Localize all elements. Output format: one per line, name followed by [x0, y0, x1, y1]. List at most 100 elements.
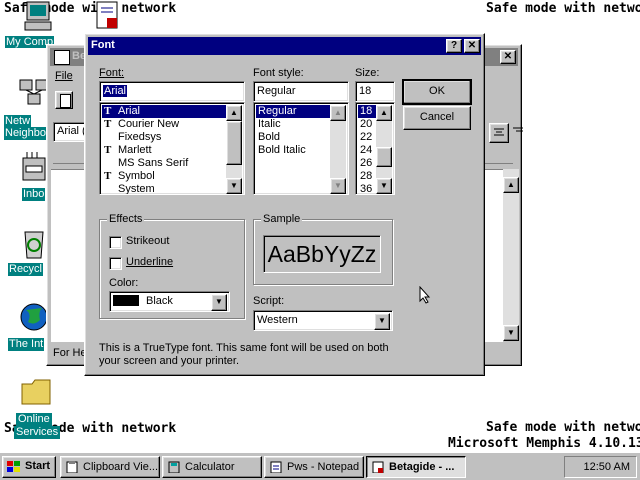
font-list-item[interactable]: System: [102, 183, 228, 195]
color-dropdown-button[interactable]: ▼: [211, 294, 227, 311]
font-list-scrollbar[interactable]: ▲ ▼: [226, 105, 242, 194]
size-list-item[interactable]: 36: [358, 183, 376, 194]
internet-label: The Int: [8, 338, 45, 351]
document-icon: [372, 461, 384, 474]
size-list[interactable]: 18 20 22 24 26 28 36 ▲ ▼: [355, 102, 395, 195]
notepad-icon: [270, 461, 282, 474]
mouse-cursor-icon: [419, 286, 431, 304]
size-list-item[interactable]: 22: [358, 131, 376, 144]
watermark-build: Microsoft Memphis 4.10.1351: [448, 436, 640, 451]
underline-label[interactable]: Underline: [126, 256, 173, 268]
desktop-icon-my-computer[interactable]: My Comp: [3, 0, 73, 48]
style-scroll-up[interactable]: ▲: [330, 105, 346, 121]
color-label: Color:: [109, 277, 139, 289]
font-scroll-thumb[interactable]: [226, 121, 242, 165]
color-select[interactable]: Black ▼: [109, 291, 230, 312]
font-list-item[interactable]: Fixedsys: [102, 131, 228, 144]
help-button[interactable]: ?: [446, 39, 462, 53]
size-list-item-label: 26: [360, 157, 373, 169]
style-scroll-down[interactable]: ▼: [330, 178, 346, 194]
style-list-item-label: Bold: [258, 131, 281, 143]
size-list-item[interactable]: 20: [358, 118, 376, 131]
color-swatch: [113, 295, 139, 306]
dialog-close-button[interactable]: ✕: [464, 39, 480, 53]
script-select[interactable]: Western ▼: [253, 310, 393, 331]
font-list-item[interactable]: T Courier New: [102, 118, 228, 131]
size-list-item[interactable]: 18: [358, 105, 376, 118]
network-label-2: Neighbo: [4, 127, 47, 140]
size-scroll-thumb[interactable]: [376, 147, 392, 167]
size-input[interactable]: 18: [355, 81, 395, 102]
watermark-top-right: Safe mode with network: [486, 1, 640, 16]
start-label: Start: [25, 460, 51, 472]
size-list-item[interactable]: 26: [358, 157, 376, 170]
document-scrollbar[interactable]: ▲ ▼: [503, 169, 519, 341]
align-center-button[interactable]: [489, 123, 509, 143]
font-list-item[interactable]: T Arial: [102, 105, 228, 118]
strikeout-checkbox[interactable]: [109, 236, 122, 249]
font-name-value: Arial: [103, 85, 128, 97]
style-list-item[interactable]: Regular: [256, 105, 330, 118]
align-right-icon: [513, 127, 523, 132]
font-dialog-titlebar[interactable]: Font ? ✕: [88, 37, 481, 55]
inbox-icon: [22, 152, 46, 181]
strikeout-label[interactable]: Strikeout: [126, 235, 169, 247]
style-list-item[interactable]: Italic: [256, 118, 330, 131]
online-services-label-1: Online: [16, 413, 52, 426]
font-style-value: Regular: [257, 85, 296, 97]
clipboard-icon: [66, 461, 78, 474]
new-doc-button[interactable]: [55, 91, 73, 109]
desktop-icon-network[interactable]: [0, 78, 50, 108]
style-list-item[interactable]: Bold Italic: [256, 144, 330, 157]
sample-label: Sample: [261, 213, 303, 225]
cancel-button[interactable]: Cancel: [403, 106, 471, 130]
font-list-item-label: MS Sans Serif: [118, 157, 189, 169]
size-scroll-down[interactable]: ▼: [376, 178, 392, 194]
desktop-icon-online-services[interactable]: [20, 376, 54, 409]
truetype-icon: T: [104, 170, 112, 182]
taskbar-item[interactable]: Clipboard Vie...: [60, 456, 160, 478]
font-name-input[interactable]: Arial: [99, 81, 245, 102]
script-dropdown-button[interactable]: ▼: [374, 313, 390, 330]
font-style-input[interactable]: Regular: [253, 81, 349, 102]
underline-checkbox[interactable]: [109, 257, 122, 270]
font-list-item[interactable]: T Symbol: [102, 170, 228, 183]
font-dialog[interactable]: Font ? ✕ Font: Arial T Arial T Courier New F…: [84, 33, 485, 376]
style-list-item[interactable]: Bold: [256, 131, 330, 144]
status-bar-text: For He: [53, 347, 87, 359]
font-style-list[interactable]: Regular Italic Bold Bold Italic ▲ ▼: [253, 102, 349, 195]
font-scroll-up[interactable]: ▲: [226, 105, 242, 121]
size-label: Size:: [355, 67, 379, 79]
taskbar-item[interactable]: Pws - Notepad: [264, 456, 364, 478]
size-list-item[interactable]: 28: [358, 170, 376, 183]
taskbar-item[interactable]: Betagide - ...: [366, 456, 466, 478]
desktop-icon-recycle-bin[interactable]: [20, 226, 48, 263]
background-window-close-button[interactable]: ✕: [500, 50, 516, 64]
color-value: Black: [146, 295, 173, 307]
size-scroll-up[interactable]: ▲: [376, 105, 392, 121]
taskbar-item[interactable]: Calculator: [162, 456, 262, 478]
scroll-up-button[interactable]: ▲: [503, 177, 519, 193]
size-list-scrollbar[interactable]: ▲ ▼: [376, 105, 392, 194]
font-list-item[interactable]: MS Sans Serif: [102, 157, 228, 170]
scroll-down-button[interactable]: ▼: [503, 325, 519, 341]
style-list-item-label: Bold Italic: [258, 144, 306, 156]
font-list-item-label: Marlett: [118, 144, 152, 156]
system-clock[interactable]: 12:50 AM: [564, 456, 637, 478]
font-list-item-label: Fixedsys: [118, 131, 162, 143]
desktop-icon-inbox[interactable]: [20, 152, 48, 187]
size-list-item-label: 28: [360, 170, 373, 182]
start-button[interactable]: Start: [2, 456, 56, 478]
style-list-scrollbar[interactable]: ▲ ▼: [330, 105, 346, 194]
inbox-label: Inbo: [22, 188, 46, 201]
align-right-button[interactable]: [511, 123, 523, 143]
font-list[interactable]: T Arial T Courier New Fixedsys T Marlett MS San…: [99, 102, 245, 195]
font-list-item-label: System: [118, 183, 155, 195]
font-scroll-down[interactable]: ▼: [226, 178, 242, 194]
menu-file[interactable]: File: [55, 70, 73, 82]
ok-button[interactable]: OK: [402, 79, 472, 105]
desktop-icon-document[interactable]: [95, 0, 121, 33]
recycle-bin-icon: [24, 231, 44, 259]
font-list-item[interactable]: T Marlett: [102, 144, 228, 157]
size-list-item[interactable]: 24: [358, 144, 376, 157]
